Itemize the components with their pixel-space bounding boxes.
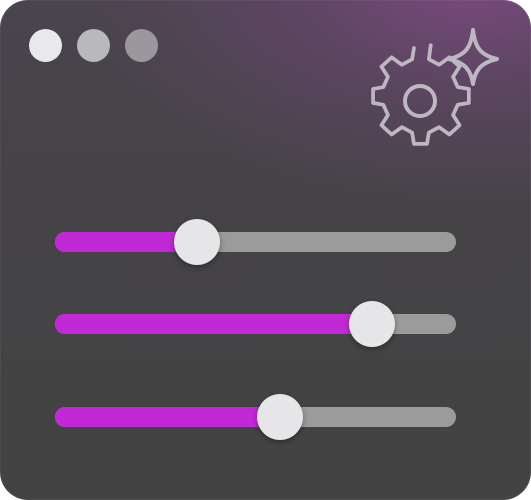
slider-2[interactable] bbox=[55, 301, 456, 347]
slider-fill bbox=[55, 314, 372, 334]
maximize-button[interactable] bbox=[125, 29, 158, 62]
sparkle-icon bbox=[447, 28, 499, 86]
slider-thumb[interactable] bbox=[256, 394, 303, 440]
slider-3[interactable] bbox=[55, 394, 456, 440]
window-controls bbox=[29, 29, 158, 62]
gear-sparkle-icon bbox=[371, 28, 499, 146]
close-button[interactable] bbox=[29, 29, 62, 62]
settings-window bbox=[0, 0, 531, 500]
minimize-button[interactable] bbox=[77, 29, 110, 62]
slider-thumb[interactable] bbox=[348, 301, 395, 347]
slider-fill bbox=[55, 407, 280, 427]
slider-1[interactable] bbox=[55, 219, 456, 265]
slider-thumb[interactable] bbox=[174, 219, 221, 265]
